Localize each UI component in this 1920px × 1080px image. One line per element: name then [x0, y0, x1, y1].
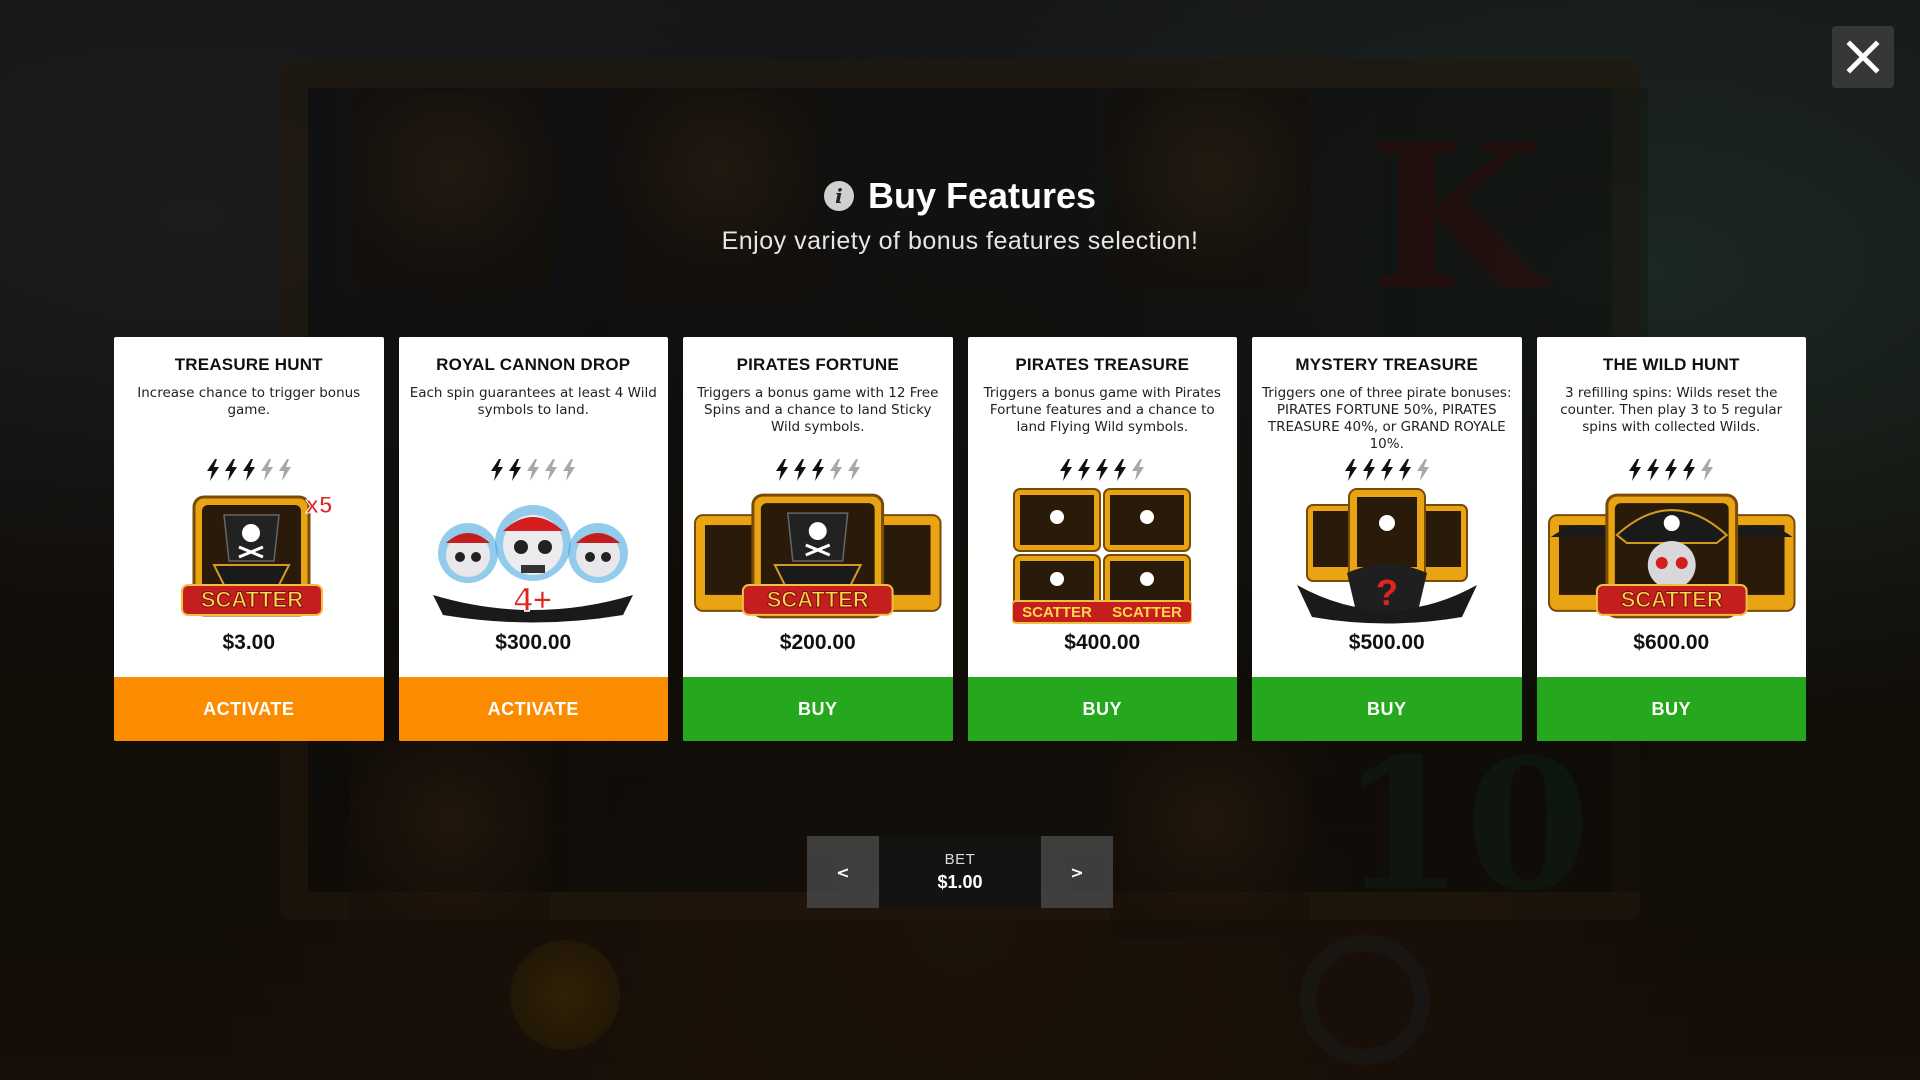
- lightning-icon: [1701, 459, 1714, 481]
- card-title: PIRATES FORTUNE: [736, 355, 899, 374]
- bet-display: BET $1.00: [879, 836, 1041, 908]
- feature-card-mystery-treasure: MYSTERY TREASURE Triggers one of three p…: [1252, 337, 1522, 741]
- close-button[interactable]: [1832, 26, 1894, 88]
- activate-button[interactable]: ACTIVATE: [398, 677, 668, 741]
- feature-cards: TREASURE HUNT Increase chance to trigger…: [114, 337, 1806, 741]
- lightning-icon: [1647, 459, 1660, 481]
- card-description: Increase chance to trigger bonus game.: [137, 385, 361, 418]
- card-description: Triggers a bonus game with 12 Free Spins…: [697, 385, 939, 435]
- scatter-label: SCATTER: [1112, 604, 1182, 621]
- bet-increase-button[interactable]: >: [1041, 836, 1113, 908]
- scatter-ships-grid-image: SCATTER SCATTER: [978, 485, 1228, 625]
- card-title: MYSTERY TREASURE: [1295, 355, 1479, 374]
- lightning-icon: [811, 459, 824, 481]
- card-description: Triggers a bonus game with Pirates Fortu…: [983, 385, 1221, 435]
- activate-button[interactable]: ACTIVATE: [114, 677, 384, 741]
- lightning-icon: [1398, 459, 1411, 481]
- lightning-icon: [1416, 459, 1429, 481]
- volatility-meter: [968, 459, 1238, 481]
- card-description: 3 refilling spins: Wilds reset the count…: [1560, 385, 1783, 435]
- bet-value: $1.00: [937, 872, 983, 892]
- scatter-pirate-skull-image: SCATTER: [1547, 485, 1797, 625]
- card-title: PIRATES TREASURE: [1015, 355, 1190, 374]
- page-subtitle: Enjoy variety of bonus features selectio…: [721, 227, 1199, 255]
- close-icon: [1846, 40, 1880, 74]
- lightning-icon: [775, 459, 788, 481]
- lightning-icon: [1362, 459, 1375, 481]
- scatter-label: SCATTER: [1620, 587, 1722, 612]
- scatter-label: SCATTER: [201, 587, 303, 612]
- buy-button[interactable]: BUY: [967, 677, 1237, 741]
- lightning-icon: [206, 459, 219, 481]
- feature-card-royal-cannon-drop: ROYAL CANNON DROP Each spin guarantees a…: [398, 337, 669, 741]
- lightning-icon: [545, 459, 558, 481]
- card-title: THE WILD HUNT: [1602, 355, 1740, 374]
- scatter-ship-x5-image: SCATTER x5: [124, 485, 374, 625]
- lightning-icon: [1665, 459, 1678, 481]
- lightning-icon: [563, 459, 576, 481]
- multiplier-badge: x5: [305, 492, 332, 519]
- lightning-icon: [509, 459, 522, 481]
- card-price: $3.00: [222, 631, 276, 654]
- volatility-meter: [1252, 459, 1522, 481]
- pirate-skulls-4plus-image: 4+: [409, 485, 659, 625]
- lightning-icon: [1344, 459, 1357, 481]
- lightning-icon: [1060, 459, 1073, 481]
- volatility-meter: [1537, 459, 1807, 481]
- lightning-icon: [1629, 459, 1642, 481]
- min-wilds-badge: 4+: [514, 581, 553, 619]
- card-price: $200.00: [779, 631, 856, 654]
- lightning-icon: [1096, 459, 1109, 481]
- card-title: TREASURE HUNT: [174, 355, 323, 374]
- card-title: ROYAL CANNON DROP: [436, 355, 631, 374]
- card-price: $600.00: [1633, 631, 1710, 654]
- lightning-icon: [1114, 459, 1127, 481]
- lightning-icon: [260, 459, 273, 481]
- feature-card-pirates-fortune: PIRATES FORTUNE Triggers a bonus game wi…: [683, 337, 953, 741]
- lightning-icon: [1683, 459, 1696, 481]
- card-description: Each spin guarantees at least 4 Wild sym…: [409, 385, 657, 418]
- lightning-icon: [829, 459, 842, 481]
- lightning-icon: [1380, 459, 1393, 481]
- lightning-icon: [242, 459, 255, 481]
- bet-label: BET: [944, 851, 976, 868]
- card-description: Triggers one of three pirate bonuses: PI…: [1262, 385, 1512, 452]
- lightning-icon: [491, 459, 504, 481]
- volatility-meter: [683, 459, 953, 481]
- lightning-icon: [1132, 459, 1145, 481]
- card-price: $400.00: [1064, 631, 1141, 654]
- bet-selector: < BET $1.00 >: [807, 836, 1113, 908]
- buy-button[interactable]: BUY: [1252, 677, 1522, 741]
- info-icon[interactable]: i: [823, 181, 854, 211]
- buy-button[interactable]: BUY: [683, 677, 953, 741]
- lightning-icon: [793, 459, 806, 481]
- page-title: Buy Features: [867, 175, 1097, 216]
- bet-decrease-button[interactable]: <: [807, 836, 879, 908]
- lightning-icon: [278, 459, 291, 481]
- scatter-label: SCATTER: [1022, 604, 1092, 621]
- lightning-icon: [1078, 459, 1091, 481]
- scatter-ships-three-image: SCATTER: [693, 485, 943, 625]
- buy-features-header: i Buy Features Enjoy variety of bonus fe…: [0, 175, 1920, 256]
- feature-card-pirates-treasure: PIRATES TREASURE Triggers a bonus game w…: [967, 337, 1238, 741]
- feature-card-treasure-hunt: TREASURE HUNT Increase chance to trigger…: [114, 337, 384, 741]
- mystery-mark: ?: [1376, 572, 1398, 613]
- lightning-icon: [224, 459, 237, 481]
- card-price: $500.00: [1348, 631, 1425, 654]
- lightning-icon: [847, 459, 860, 481]
- scatter-label: SCATTER: [767, 587, 869, 612]
- card-price: $300.00: [495, 631, 572, 654]
- volatility-meter: [114, 459, 384, 481]
- buy-button[interactable]: BUY: [1536, 677, 1806, 741]
- volatility-meter: [399, 459, 669, 481]
- lightning-icon: [527, 459, 540, 481]
- feature-card-the-wild-hunt: THE WILD HUNT 3 refilling spins: Wilds r…: [1536, 337, 1807, 741]
- mystery-ships-image: ?: [1262, 485, 1512, 625]
